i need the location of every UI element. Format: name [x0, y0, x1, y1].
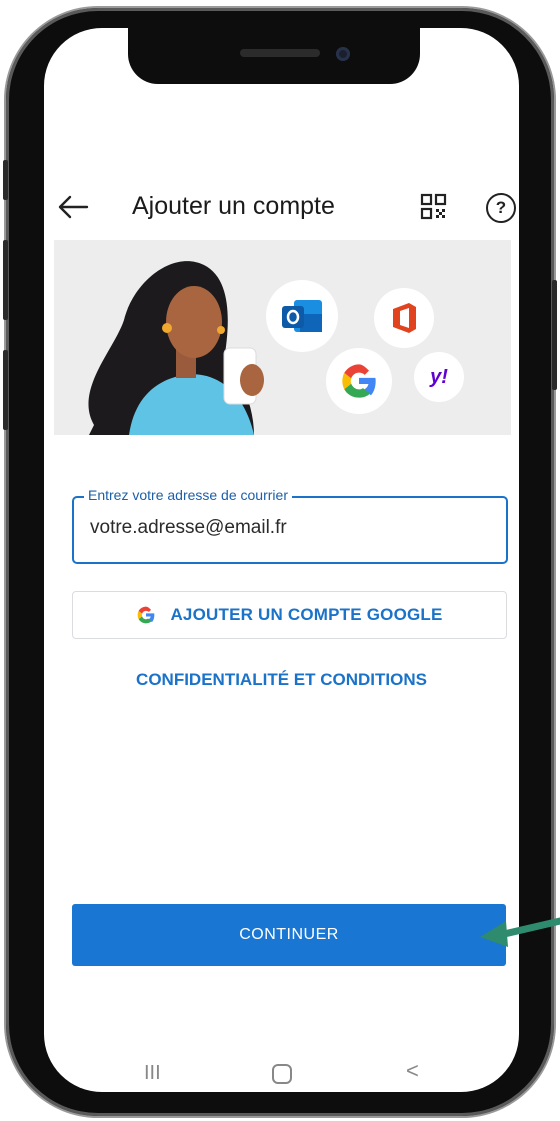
- email-input[interactable]: [90, 517, 490, 539]
- app-screen: Ajouter un compte ? y! votre.adresse@ema…: [44, 28, 519, 1092]
- speaker-grille: [240, 49, 320, 57]
- app-header: Ajouter un compte ?: [44, 178, 519, 238]
- hero-illustration: y!: [54, 240, 511, 435]
- email-field[interactable]: [72, 496, 508, 564]
- side-button: [552, 280, 557, 390]
- qr-code-icon[interactable]: [420, 193, 448, 221]
- system-nav-bar: III <: [44, 1058, 519, 1092]
- email-field-label: Entrez votre adresse de courrier: [84, 487, 292, 503]
- page-title: Ajouter un compte: [132, 192, 335, 220]
- continue-button[interactable]: CONTINUER: [72, 904, 506, 966]
- side-button: [3, 160, 8, 200]
- yahoo-icon: y!: [414, 352, 464, 402]
- annotation-arrow-icon: [480, 917, 560, 947]
- recent-apps-button[interactable]: III: [144, 1062, 161, 1085]
- side-button: [3, 350, 8, 430]
- front-camera: [336, 47, 350, 61]
- add-google-account-label: AJOUTER UN COMPTE GOOGLE: [170, 605, 443, 624]
- home-button[interactable]: [272, 1064, 292, 1084]
- arrow-left-icon[interactable]: [56, 192, 90, 222]
- add-google-account-button[interactable]: AJOUTER UN COMPTE GOOGLE: [72, 591, 507, 639]
- outlook-icon: [266, 280, 338, 352]
- help-icon[interactable]: ?: [486, 193, 516, 223]
- privacy-terms-link[interactable]: CONFIDENTIALITÉ ET CONDITIONS: [44, 670, 519, 690]
- nav-back-button[interactable]: <: [406, 1058, 419, 1084]
- side-button: [3, 240, 8, 320]
- office-icon: [374, 288, 434, 348]
- google-g-icon: [326, 348, 392, 414]
- google-g-icon: [138, 606, 155, 624]
